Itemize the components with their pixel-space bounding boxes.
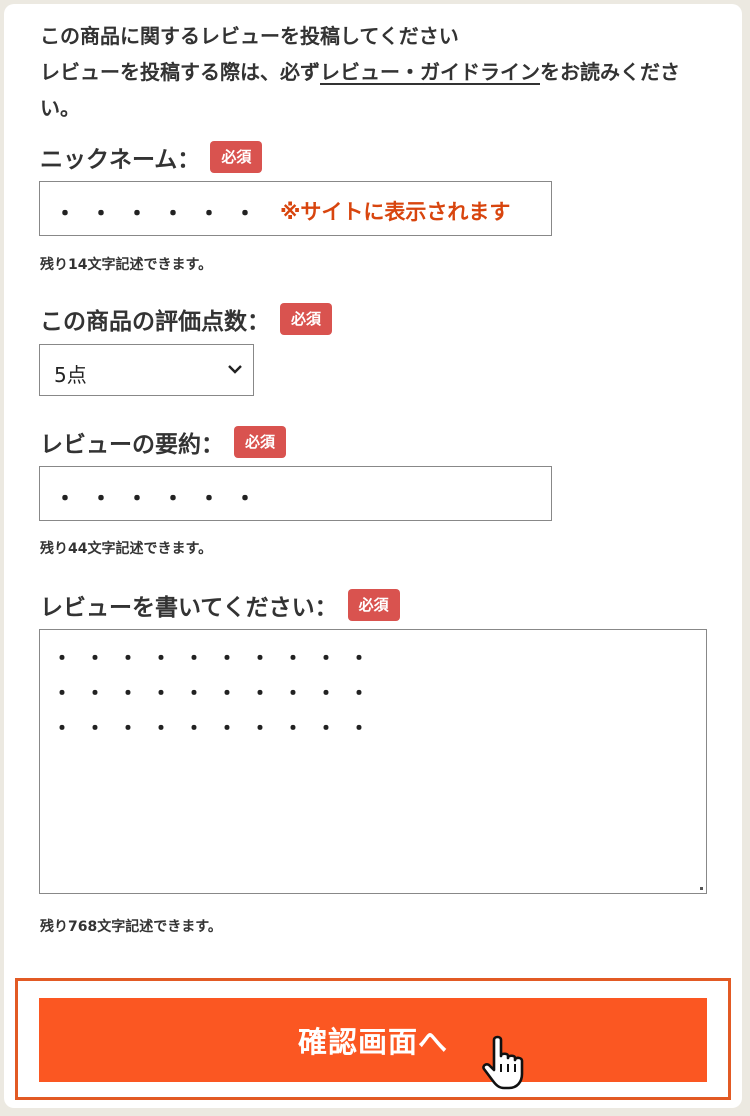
required-badge: 必須 bbox=[234, 426, 287, 458]
rating-selected-value: 5点 bbox=[54, 363, 87, 387]
required-badge: 必須 bbox=[210, 141, 263, 173]
intro-line-1: この商品に関するレビューを投稿してください bbox=[40, 24, 459, 48]
review-text-line: ・・・・・・・・・・ bbox=[52, 646, 382, 670]
review-form-panel: この商品に関するレビューを投稿してください レビューを投稿する際は、必ずレビュー… bbox=[4, 4, 742, 1108]
intro-line-2: レビューを投稿する際は、必ずレビュー・ガイドラインをお読みくださ bbox=[40, 54, 720, 90]
nickname-label-text: ニックネーム： bbox=[40, 147, 201, 173]
summary-input[interactable]: ・・・・・・ bbox=[39, 466, 552, 521]
intro-text: この商品に関するレビューを投稿してください レビューを投稿する際は、必ずレビュー… bbox=[40, 18, 720, 126]
summary-label-text: レビューの要約： bbox=[40, 432, 224, 458]
nickname-display-note: ※サイトに表示されます bbox=[280, 200, 511, 224]
review-textarea[interactable]: ・・・・・・・・・・ ・・・・・・・・・・ ・・・・・・・・・・ bbox=[39, 629, 707, 894]
required-badge: 必須 bbox=[280, 303, 333, 335]
summary-input-value: ・・・・・・ bbox=[54, 487, 271, 512]
nickname-label: ニックネーム： 必須 bbox=[40, 140, 263, 174]
intro-line-2-suffix: をお読みくださ bbox=[540, 60, 680, 84]
intro-line-3: い。 bbox=[40, 96, 80, 120]
nickname-input-value: ・・・・・・ bbox=[54, 202, 271, 227]
confirm-button-label: 確認画面へ bbox=[297, 1025, 448, 1059]
summary-remaining: 残り44文字記述できます。 bbox=[40, 541, 213, 557]
chevron-down-icon bbox=[228, 365, 242, 374]
summary-label: レビューの要約： 必須 bbox=[40, 425, 287, 459]
rating-label-text: この商品の評価点数： bbox=[40, 309, 270, 335]
review-label-text: レビューを書いてください： bbox=[40, 595, 338, 621]
review-remaining: 残り768文字記述できます。 bbox=[40, 919, 222, 935]
guideline-link[interactable]: レビュー・ガイドライン bbox=[320, 60, 540, 84]
confirm-button[interactable]: 確認画面へ bbox=[39, 998, 707, 1082]
hand-pointer-icon bbox=[482, 1035, 524, 1090]
nickname-input[interactable]: ・・・・・・ ※サイトに表示されます bbox=[39, 181, 552, 236]
required-badge: 必須 bbox=[347, 589, 400, 621]
rating-label: この商品の評価点数： 必須 bbox=[40, 302, 333, 336]
review-label: レビューを書いてください： 必須 bbox=[40, 588, 400, 622]
review-text-line: ・・・・・・・・・・ bbox=[52, 716, 382, 740]
intro-line-2-prefix: レビューを投稿する際は、必ず bbox=[40, 60, 320, 84]
review-text-line: ・・・・・・・・・・ bbox=[52, 681, 382, 705]
rating-select[interactable]: 5点 bbox=[39, 344, 254, 396]
resize-grip-icon[interactable] bbox=[700, 887, 703, 890]
nickname-remaining: 残り14文字記述できます。 bbox=[40, 257, 213, 273]
